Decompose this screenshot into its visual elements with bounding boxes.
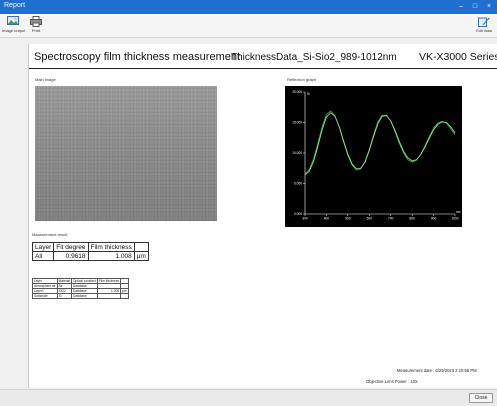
objective-lens-label: Objective Lens Power :: [366, 379, 410, 384]
image-output-button[interactable]: Image output: [2, 16, 25, 33]
y-tick-label: 20.000: [292, 90, 302, 94]
minimize-icon[interactable]: –: [456, 1, 466, 12]
edit-data-button[interactable]: Edit data: [473, 16, 495, 33]
report-page: Spectroscopy film thickness measurement …: [28, 44, 497, 388]
y-tick-label: 10.000: [292, 151, 302, 155]
layer-cell: [96, 293, 122, 299]
reflection-graph: 0.000 5.000 10.000 15.000 20.000 300 400 500 600…: [285, 86, 462, 227]
close-button[interactable]: Close: [469, 393, 493, 403]
table-row: All 0.9618 1.008 μm: [31, 251, 149, 261]
layer-table: Layer Material Optical constant Film thi…: [32, 278, 129, 299]
x-tick-label: 700: [388, 217, 394, 221]
result-cell: All: [31, 251, 55, 261]
toolbar: Image output Print Edit data: [0, 14, 497, 38]
window-title: Report: [4, 2, 26, 9]
y-axis-label: %: [307, 92, 310, 96]
layer-cell: Atmosphere air: [32, 283, 58, 289]
result-header-cell: [133, 242, 149, 252]
measurement-date-value: 6/29/2023 2:10:55 PM: [435, 368, 477, 373]
x-tick-label: 500: [345, 217, 351, 221]
x-tick-label: 300: [302, 217, 308, 221]
x-tick-label: 800: [409, 217, 415, 221]
y-tick-label: 0.000: [294, 212, 302, 216]
series-line-2: [304, 112, 456, 176]
x-tick-label: 400: [324, 217, 330, 221]
objective-lens-value: 10X: [410, 379, 418, 384]
layer-cell: [120, 293, 129, 299]
layer-cell: Substrate: [32, 293, 58, 299]
x-tick-label: 900: [431, 217, 437, 221]
x-axis-label: nm: [456, 210, 461, 214]
reflection-graph-svg: 0.000 5.000 10.000 15.000 20.000 300 400 500 600…: [292, 90, 461, 221]
close-window-icon[interactable]: ×: [484, 1, 494, 12]
edit-data-icon: [478, 17, 490, 27]
layer-cell: Database: [70, 293, 98, 299]
layer-header-cell: Optical constant: [70, 278, 98, 284]
result-header-cell: Layer: [31, 242, 55, 252]
maximize-icon[interactable]: □: [470, 1, 480, 12]
printer-icon: [30, 16, 42, 27]
result-cell: 1.008: [87, 251, 135, 261]
main-image-label: Main image: [35, 77, 56, 82]
header-divider: [29, 68, 497, 69]
measurement-result-label: Measurement result: [32, 232, 68, 237]
x-tick-label: 600: [367, 217, 373, 221]
layer-cell: Si: [56, 293, 72, 299]
window-titlebar: Report – □ ×: [0, 0, 497, 14]
measurement-date-label: Measurement date :: [397, 368, 435, 373]
layer-header-cell: Material: [56, 278, 72, 284]
report-title: Spectroscopy film thickness measurement: [34, 51, 241, 63]
measurement-result-table: Layer Fit degree Film thickness All 0.96…: [31, 242, 149, 261]
y-tick-label: 15.000: [292, 121, 302, 125]
x-tick-label: 1000: [451, 217, 458, 221]
result-header-row: Layer Fit degree Film thickness: [31, 242, 149, 252]
result-cell: μm: [133, 251, 149, 261]
report-model: VK-X3000 Series: [419, 51, 497, 63]
result-header-cell: Film thickness: [87, 242, 135, 252]
print-button[interactable]: Print: [25, 16, 47, 33]
main-image: [35, 86, 217, 221]
result-cell: 0.9618: [53, 251, 89, 261]
report-filename: ThicknessData_Si-Sio2_989-1012nm: [231, 52, 397, 63]
reflection-graph-label: Reflection graph: [287, 77, 317, 82]
image-output-icon: [7, 16, 19, 25]
result-header-cell: Fit degree: [53, 242, 89, 252]
table-row: Substrate Si Database: [32, 293, 129, 299]
measurement-date: Measurement date : 6/29/2023 2:10:55 PM: [397, 368, 477, 373]
layer-header-cell: Film thickness: [96, 278, 122, 284]
objective-lens-power: Objective Lens Power : 10X: [366, 379, 418, 384]
bottom-bar: Close: [0, 389, 497, 406]
y-tick-label: 5.000: [294, 182, 302, 186]
layer-cell: μm: [120, 288, 129, 294]
